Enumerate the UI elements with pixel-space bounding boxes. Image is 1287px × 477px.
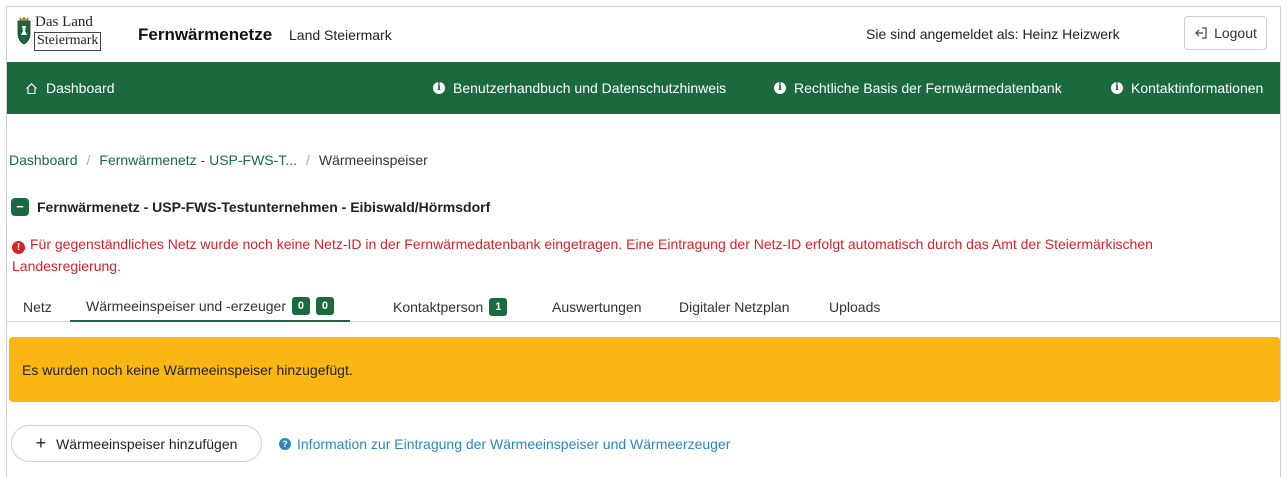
app-window: Das Land Steiermark Fernwärmenetze Land …: [6, 6, 1281, 477]
logout-label: Logout: [1214, 25, 1257, 41]
tab-label: Wärmeeinspeiser und -erzeuger: [86, 297, 286, 314]
nav-dashboard[interactable]: Dashboard: [25, 62, 115, 114]
count-badge: 0: [315, 296, 334, 315]
breadcrumb-network[interactable]: Fernwärmenetz - USP-FWS-T...: [99, 152, 297, 168]
nav-legal-label: Rechtliche Basis der Fernwärmedatenbank: [794, 80, 1062, 96]
breadcrumb: Dashboard / Fernwärmenetz - USP-FWS-T... / W…: [9, 152, 428, 168]
coat-of-arms-icon: [17, 16, 31, 45]
tab-label: Auswertungen: [552, 298, 642, 315]
tab-waermeeinspeiser[interactable]: Wärmeeinspeiser und -erzeuger 0 0: [70, 291, 350, 322]
tab-kontaktperson[interactable]: Kontaktperson 1: [393, 291, 508, 322]
collapse-button[interactable]: −: [11, 198, 29, 216]
info-icon: i: [774, 82, 786, 94]
count-badge: 1: [489, 297, 508, 316]
breadcrumb-separator: /: [86, 152, 91, 168]
breadcrumb-dashboard[interactable]: Dashboard: [9, 152, 78, 168]
tab-bar: Netz Wärmeeinspeiser und -erzeuger 0 0 K…: [7, 291, 1280, 322]
app-subtitle: Land Steiermark: [289, 27, 392, 43]
plus-icon: +: [35, 432, 47, 453]
network-title: Fernwärmenetz - USP-FWS-Testunternehmen …: [37, 199, 491, 215]
add-waermeeinspeiser-button[interactable]: + Wärmeeinspeiser hinzufügen: [11, 425, 262, 462]
home-icon: [26, 82, 37, 94]
nav-contact[interactable]: i Kontaktinformationen: [1111, 62, 1263, 114]
info-icon: i: [433, 82, 445, 94]
nav-manual[interactable]: i Benutzerhandbuch und Datenschutzhinwei…: [433, 62, 726, 114]
count-badge: 0: [291, 296, 310, 315]
nav-legal[interactable]: i Rechtliche Basis der Fernwärmedatenban…: [774, 62, 1062, 114]
tab-label: Netz: [23, 298, 52, 315]
user-name: Heinz Heizwerk: [1022, 26, 1120, 42]
alert-text: Es wurden noch keine Wärmeeinspeiser hin…: [22, 361, 353, 378]
exclamation-icon: !: [12, 241, 25, 254]
info-link[interactable]: ? Information zur Eintragung der Wärmeei…: [279, 436, 730, 452]
app-title: Fernwärmenetze: [138, 25, 273, 44]
breadcrumb-current: Wärmeeinspeiser: [318, 152, 428, 168]
warning-text: Für gegenständliches Netz wurde noch kei…: [12, 236, 1153, 274]
logo-line-2: Steiermark: [34, 32, 102, 51]
tab-uploads[interactable]: Uploads: [829, 291, 880, 322]
tab-label: Digitaler Netzplan: [679, 298, 790, 315]
netz-id-warning: ! Für gegenständliches Netz wurde noch ke…: [12, 233, 1262, 277]
question-icon: ?: [279, 438, 291, 450]
main-nav: Dashboard i Benutzerhandbuch und Datensc…: [7, 62, 1280, 114]
empty-state-alert: Es wurden noch keine Wärmeeinspeiser hin…: [9, 337, 1280, 402]
nav-contact-label: Kontaktinformationen: [1131, 80, 1264, 96]
login-prefix: Sie sind angemeldet als:: [866, 26, 1019, 42]
network-heading: − Fernwärmenetz - USP-FWS-Testunternehme…: [11, 198, 490, 216]
nav-manual-label: Benutzerhandbuch und Datenschutzhinweis: [453, 80, 727, 96]
tab-auswertungen[interactable]: Auswertungen: [552, 291, 642, 322]
add-button-label: Wärmeeinspeiser hinzufügen: [56, 435, 238, 452]
info-link-label: Information zur Eintragung der Wärmeeins…: [297, 436, 731, 452]
tab-label: Uploads: [829, 298, 881, 315]
tab-netz[interactable]: Netz: [23, 291, 52, 322]
breadcrumb-separator: /: [305, 152, 310, 168]
logo[interactable]: Das Land Steiermark: [16, 14, 116, 52]
tab-digitaler-netzplan[interactable]: Digitaler Netzplan: [679, 291, 790, 322]
login-info: Sie sind angemeldet als: Heinz Heizwerk: [866, 26, 1120, 42]
logout-button[interactable]: Logout: [1184, 16, 1267, 50]
tab-label: Kontaktperson: [393, 298, 484, 315]
logout-icon: [1195, 27, 1207, 39]
info-icon: i: [1111, 82, 1123, 94]
logo-line-1: Das Land: [35, 14, 93, 30]
top-header: Das Land Steiermark Fernwärmenetze Land …: [7, 7, 1280, 62]
nav-dashboard-label: Dashboard: [46, 80, 115, 96]
